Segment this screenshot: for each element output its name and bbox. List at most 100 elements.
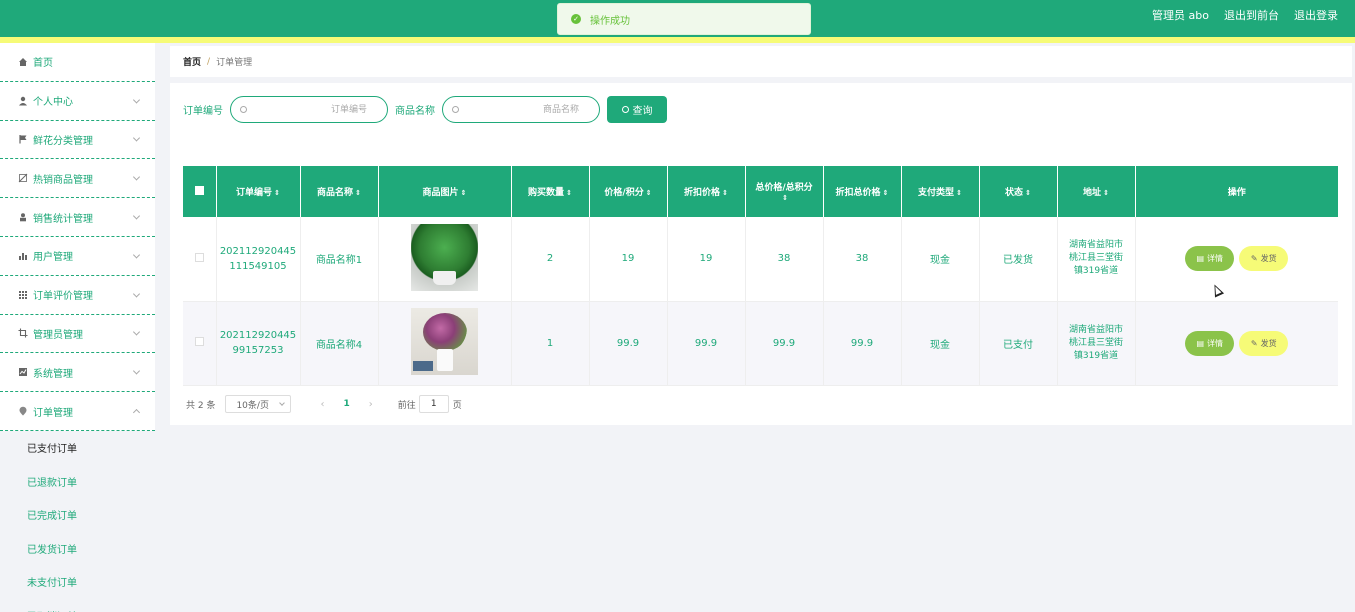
admin-name: 管理员 abo (1152, 9, 1209, 22)
query-button[interactable]: 查询 (607, 96, 667, 123)
pagination-total: 共 2 条 (186, 400, 216, 411)
sidebar-item-label: 销售统计管理 (33, 213, 93, 225)
exit-to-front-link[interactable]: 退出到前台 (1224, 7, 1279, 23)
select-all-checkbox[interactable] (194, 185, 204, 195)
order-no-input-wrap (230, 96, 388, 123)
col-total[interactable]: 总价格/总积分 ⇕ (745, 166, 824, 217)
sidebar-item-order-reviews[interactable]: 订单评价管理 (0, 276, 155, 315)
sort-icon: ⇕ (882, 189, 889, 197)
page-number-current[interactable]: 1 (343, 399, 349, 409)
col-discount-total[interactable]: 折扣总价格 ⇕ (823, 166, 902, 217)
col-address[interactable]: 地址 ⇕ (1057, 166, 1136, 217)
col-product-image[interactable]: 商品图片 ⇕ (378, 166, 512, 217)
search-icon (452, 106, 459, 113)
cell-pay-type: 现金 (901, 301, 980, 386)
cell-status: 已支付 (979, 301, 1058, 386)
sidebar-item-label: 订单管理 (33, 407, 73, 419)
cell-actions: ▤ 详情 ✎ 发货 (1135, 301, 1338, 386)
cell-order-no: 202112920445 111549105 (216, 217, 301, 302)
document-icon: ▤ (1196, 254, 1205, 264)
user-card-icon (17, 212, 28, 223)
sidebar-item-label: 管理员管理 (33, 329, 83, 341)
submenu-unpaid-orders[interactable]: 未支付订单 (0, 565, 155, 599)
toast-message: 操作成功 (590, 15, 630, 27)
success-check-icon: ✓ (571, 14, 581, 24)
sort-icon: ⇕ (460, 189, 467, 197)
col-status[interactable]: 状态 ⇕ (979, 166, 1058, 217)
chevron-down-icon (132, 212, 141, 220)
sidebar-item-label: 订单评价管理 (33, 291, 93, 303)
grid-icon (17, 289, 28, 300)
submenu-paid-orders[interactable]: 已支付订单 (0, 431, 155, 465)
submenu-refunded-orders[interactable]: 已退款订单 (0, 464, 155, 498)
col-price[interactable]: 价格/积分 ⇕ (589, 166, 668, 217)
product-name-label: 商品名称 (395, 106, 435, 117)
pencil-icon: ✎ (1250, 254, 1258, 264)
main-content: 订单编号 商品名称 查询 订单编号⇕ (170, 83, 1352, 425)
search-icon (621, 106, 629, 113)
breadcrumb-separator: / (207, 56, 211, 67)
ship-button[interactable]: ✎ 发货 (1239, 330, 1289, 356)
sidebar-item-order-management[interactable]: 订单管理 (0, 392, 155, 431)
cell-pay-type: 现金 (901, 217, 980, 302)
submenu-cancelled-orders[interactable]: 已取消订单 (0, 598, 155, 612)
submenu-shipped-orders[interactable]: 已发货订单 (0, 531, 155, 565)
sidebar-item-system-management[interactable]: 系统管理 (0, 353, 155, 393)
breadcrumb-home[interactable]: 首页 (183, 55, 201, 68)
prev-page-icon[interactable]: ‹ (320, 399, 324, 410)
chevron-down-icon (132, 367, 141, 375)
ship-button[interactable]: ✎ 发货 (1239, 246, 1289, 272)
line-chart-icon (17, 367, 28, 378)
goto-label: 前往 (397, 400, 416, 411)
home-icon (17, 56, 28, 67)
order-no-input[interactable] (231, 97, 387, 122)
sort-icon: ⇕ (1103, 189, 1109, 197)
col-product-name[interactable]: 商品名称 ⇕ (300, 166, 379, 217)
sidebar-item-sales-stats[interactable]: 销售统计管理 (0, 198, 155, 237)
orders-table: 订单编号 ⇕ 商品名称 ⇕ 商品图片 ⇕ 购买数量 ⇕ 价格/积分 ⇕ 折扣价格 ⇕ 总价格… (183, 166, 1338, 386)
header-actions: 管理员 abo 退出到前台 退出登录 (1152, 7, 1338, 23)
sidebar-item-personal-center[interactable]: 个人中心 (0, 82, 155, 121)
chevron-up-icon (132, 409, 141, 417)
document-icon: ▤ (1196, 338, 1205, 348)
goto-page-input[interactable]: 1 (418, 395, 449, 413)
cell-address: 湖南省益阳市 桃江县三堂街 镇319省道 (1057, 301, 1136, 386)
col-actions: 操作 (1227, 188, 1246, 198)
cell-order-no: 202112920445 99157253 (216, 301, 301, 386)
col-discount-price[interactable]: 折扣价格 ⇕ (667, 166, 746, 217)
cell-discount-price: 19 (667, 217, 746, 302)
sort-icon: ⇕ (782, 194, 788, 202)
sidebar-item-admin-management[interactable]: 管理员管理 (0, 315, 155, 354)
cell-total: 99.9 (745, 301, 824, 386)
table-header-row: 订单编号 ⇕ 商品名称 ⇕ 商品图片 ⇕ 购买数量 ⇕ 价格/积分 ⇕ 折扣价格 ⇕ 总价格… (183, 166, 1338, 217)
col-pay-type[interactable]: 支付类型 ⇕ (901, 166, 980, 217)
cell-status: 已发货 (979, 217, 1058, 302)
detail-button[interactable]: ▤ 详情 (1185, 330, 1235, 356)
sidebar-item-hot-products[interactable]: 热销商品管理 (0, 159, 155, 199)
chevron-down-icon (132, 328, 141, 337)
cell-product-name: 商品名称1 (300, 217, 379, 302)
sidebar-item-home[interactable]: 首页 (0, 43, 155, 82)
row-checkbox[interactable] (194, 337, 204, 346)
logout-link[interactable]: 退出登录 (1294, 7, 1338, 23)
page-size-select[interactable]: 10条/页 (225, 395, 292, 413)
cell-quantity: 1 (511, 301, 590, 386)
table-row: 202112920445 99157253 商品名称4 1 99.9 99.9 9… (183, 301, 1338, 386)
order-no-label: 订单编号 (183, 106, 223, 117)
sidebar-item-user-management[interactable]: 用户管理 (0, 237, 155, 276)
cell-quantity: 2 (511, 217, 590, 302)
flower-bouquet-image[interactable] (411, 308, 478, 375)
chevron-down-icon (132, 290, 141, 298)
detail-button[interactable]: ▤ 详情 (1185, 246, 1235, 272)
submenu-completed-orders[interactable]: 已完成订单 (0, 498, 155, 532)
next-page-icon[interactable]: › (369, 399, 373, 410)
row-checkbox[interactable] (194, 252, 204, 262)
product-name-input[interactable] (443, 97, 599, 122)
search-icon (240, 106, 247, 113)
green-plant-image[interactable] (411, 223, 478, 291)
pencil-icon: ✎ (1250, 338, 1258, 348)
col-order-no[interactable]: 订单编号 ⇕ (216, 166, 301, 217)
col-quantity[interactable]: 购买数量 ⇕ (511, 166, 590, 217)
sidebar-item-flower-category[interactable]: 鲜花分类管理 (0, 121, 155, 160)
sidebar-item-label: 热销商品管理 (33, 174, 93, 186)
